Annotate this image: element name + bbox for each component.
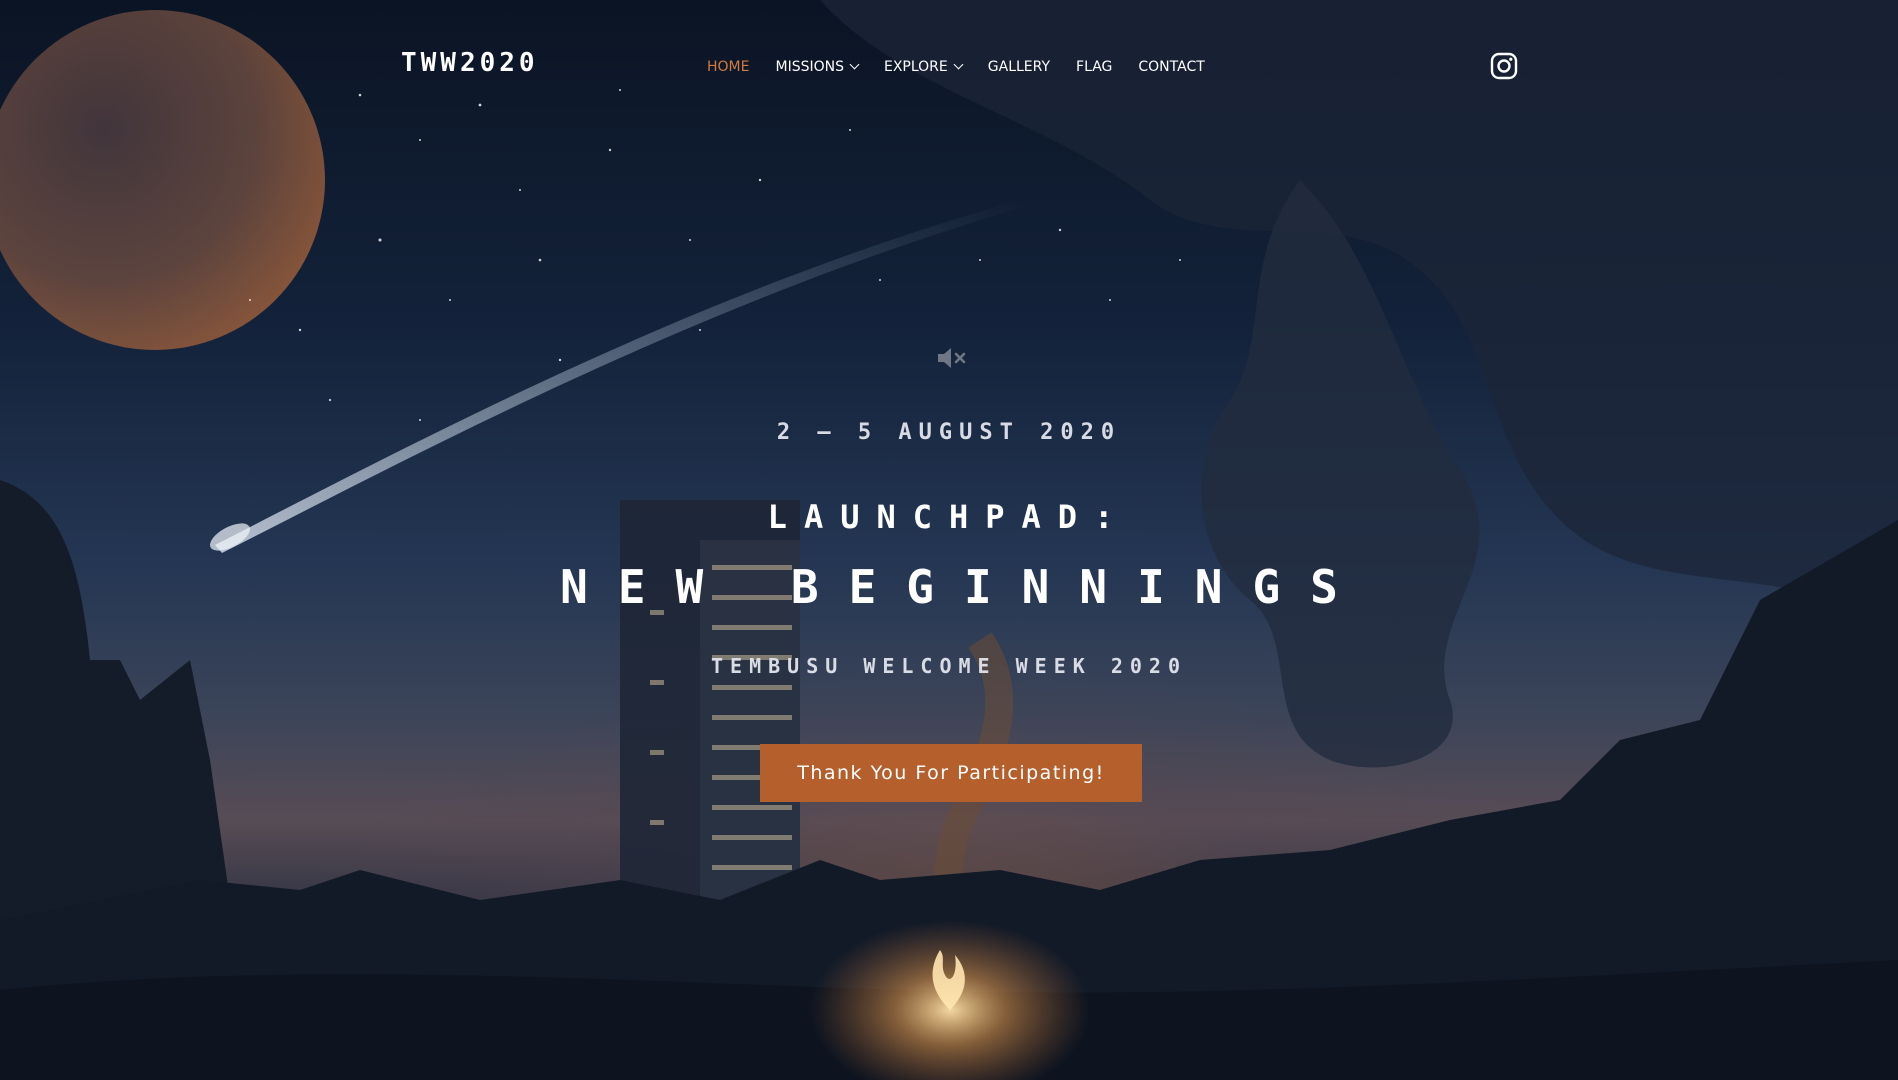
hero-subtitle: TEMBUSU WELCOME WEEK 2020 <box>710 654 1188 678</box>
instagram-icon[interactable] <box>1490 52 1518 80</box>
nav-item-label: GALLERY <box>987 59 1051 75</box>
nav-item-label: FLAG <box>1076 59 1113 75</box>
main-nav: HOME MISSIONS EXPLORE GALLERY FLAG CONTA… <box>707 59 1205 75</box>
nav-item-gallery[interactable]: GALLERY <box>988 59 1050 75</box>
hero-title-line2: NEW BEGINNINGS <box>560 560 1368 614</box>
site-header: TWW2020 HOME MISSIONS EXPLORE GALLERY FL… <box>0 0 1898 130</box>
event-dates: 2 – 5 AUGUST 2020 <box>776 420 1122 445</box>
nav-item-explore[interactable]: EXPLORE <box>883 59 964 75</box>
site-logo[interactable]: TWW2020 <box>401 48 539 78</box>
hero-background <box>0 0 1898 1080</box>
nav-item-missions[interactable]: MISSIONS <box>775 59 860 75</box>
nav-item-contact[interactable]: CONTACT <box>1138 59 1204 75</box>
chevron-down-icon <box>953 59 964 70</box>
nav-item-home[interactable]: HOME <box>707 59 749 75</box>
chevron-down-icon <box>849 59 860 70</box>
nav-item-label: MISSIONS <box>775 59 844 75</box>
nav-item-label: CONTACT <box>1138 59 1205 75</box>
hero-title-line1: LAUNCHPAD: <box>767 498 1131 536</box>
night-landscape-illustration <box>0 0 1898 1080</box>
nav-item-label: EXPLORE <box>883 59 948 75</box>
thank-you-button[interactable]: Thank You For Participating! <box>760 744 1142 802</box>
volume-mute-icon[interactable] <box>935 344 969 372</box>
nav-item-flag[interactable]: FLAG <box>1076 59 1112 75</box>
nav-item-label: HOME <box>707 59 750 75</box>
